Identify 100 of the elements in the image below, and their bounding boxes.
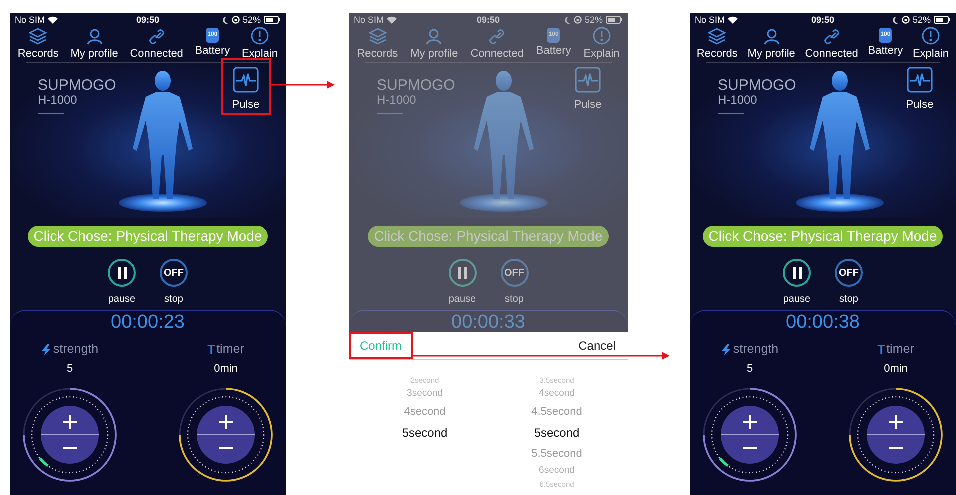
nav-button[interactable]: Records xyxy=(696,27,738,61)
mode-banner: Click Chose: Physical Therapy Mode xyxy=(28,226,268,247)
elapsed-time: 00:00:23 xyxy=(111,313,185,333)
carrier-name: No SIM xyxy=(15,15,46,25)
layers-icon xyxy=(708,28,726,45)
brand-name: SUPMOGO xyxy=(38,77,116,94)
picker-option[interactable]: 5second xyxy=(507,422,607,444)
stop-button[interactable]: OFF xyxy=(160,259,188,287)
dial-knob xyxy=(41,406,99,464)
model-name: H-1000 xyxy=(718,94,758,107)
dial-value: 0min xyxy=(884,363,908,376)
picker-option[interactable]: 5second xyxy=(375,422,475,444)
heartbeat-icon xyxy=(575,67,601,93)
plus-icon[interactable] xyxy=(743,415,757,429)
heartbeat-icon xyxy=(233,67,259,93)
rotation-lock-icon xyxy=(902,16,910,24)
pulse-button[interactable]: Pulse xyxy=(563,58,613,115)
carrier-name: No SIM xyxy=(695,15,726,25)
moon-icon xyxy=(565,16,571,24)
stop-button[interactable]: OFF xyxy=(500,259,528,287)
pause-icon xyxy=(792,267,802,279)
battery-percent: 52% xyxy=(585,15,604,25)
nav-button[interactable]: Connected xyxy=(805,27,858,61)
pause-button[interactable] xyxy=(108,259,136,287)
link-icon xyxy=(824,29,840,45)
wifi-icon xyxy=(387,16,398,24)
nav-button[interactable]: Explain xyxy=(912,27,950,61)
wifi-icon xyxy=(48,16,58,24)
person-icon xyxy=(764,29,780,45)
rotation-lock-icon xyxy=(574,16,582,24)
battery-percent: 52% xyxy=(243,15,262,25)
control-label: stop xyxy=(840,294,858,306)
model-name: H-1000 xyxy=(377,94,416,107)
battery-percent: 52% xyxy=(912,15,931,25)
plus-icon[interactable] xyxy=(219,415,233,429)
brand-name: SUPMOGO xyxy=(718,77,796,94)
layers-icon xyxy=(29,28,48,45)
link-icon xyxy=(489,29,506,45)
elapsed-time: 00:00:38 xyxy=(786,313,860,333)
dial-value: 5 xyxy=(66,363,74,376)
dial-knob xyxy=(197,406,255,464)
nav-button[interactable]: Explain xyxy=(242,27,278,61)
pause-icon xyxy=(118,267,126,279)
info-icon xyxy=(592,27,611,45)
control-label: pause xyxy=(783,294,811,306)
clock-time: 09:50 xyxy=(810,15,836,25)
dial-label: timer xyxy=(216,342,244,357)
carrier-name: No SIM xyxy=(354,15,384,25)
cancel-button[interactable]: Cancel xyxy=(578,332,628,359)
arrow xyxy=(271,80,335,90)
pulse-button[interactable]: Pulse xyxy=(895,58,945,115)
moon-icon xyxy=(223,16,229,24)
lightning-icon xyxy=(721,344,732,356)
nav-button[interactable]: My profile xyxy=(70,27,118,61)
control-label: pause xyxy=(448,294,476,306)
lightning-icon xyxy=(41,344,52,356)
control-label: stop xyxy=(164,294,184,306)
plus-icon[interactable] xyxy=(889,415,903,429)
mode-banner: Click Chose: Physical Therapy Mode xyxy=(702,226,944,247)
timer-symbol: T xyxy=(878,342,886,357)
battery-icon xyxy=(264,16,282,24)
plus-icon[interactable] xyxy=(63,415,77,429)
nav-button[interactable]: Connected xyxy=(130,27,184,61)
layers-icon xyxy=(368,28,387,45)
nav-button[interactable]: Explain xyxy=(584,27,620,61)
moon-icon xyxy=(892,16,899,24)
dial-label: strength xyxy=(733,342,779,357)
battery-icon xyxy=(606,16,624,24)
control-label: stop xyxy=(505,294,524,306)
dial-knob xyxy=(867,406,925,464)
brand-name: SUPMOGO xyxy=(377,77,456,94)
nav-button[interactable]: Records xyxy=(18,27,59,61)
timer-symbol: T xyxy=(208,342,216,357)
link-icon xyxy=(148,29,165,45)
stop-button[interactable]: OFF xyxy=(835,259,863,287)
clock-time: 09:50 xyxy=(476,15,502,25)
battery-icon xyxy=(934,16,951,24)
pause-button[interactable] xyxy=(783,259,811,287)
control-label: pause xyxy=(108,294,136,306)
rotation-lock-icon xyxy=(232,16,240,24)
info-icon xyxy=(922,27,940,45)
dial-label: timer xyxy=(886,342,914,357)
clock-time: 09:50 xyxy=(135,15,161,25)
nav-button[interactable]: My profile xyxy=(748,27,796,61)
pause-icon xyxy=(458,267,467,279)
pulse-button[interactable]: Pulse xyxy=(221,58,271,115)
model-name: H-1000 xyxy=(38,94,78,107)
heartbeat-icon xyxy=(907,67,933,93)
dial-value: 0min xyxy=(214,363,238,376)
nav-button[interactable]: Connected xyxy=(470,27,524,61)
nav-button[interactable]: Records xyxy=(357,27,398,61)
dial-label: strength xyxy=(53,342,99,357)
person-icon xyxy=(86,29,103,45)
nav-button[interactable]: My profile xyxy=(410,27,458,61)
elapsed-time: 00:00:33 xyxy=(452,313,526,332)
wifi-icon xyxy=(728,16,738,24)
dial-knob xyxy=(721,406,779,464)
person-icon xyxy=(426,29,442,45)
mode-banner: Click Chose: Physical Therapy Mode xyxy=(368,226,609,247)
info-icon xyxy=(250,27,269,45)
